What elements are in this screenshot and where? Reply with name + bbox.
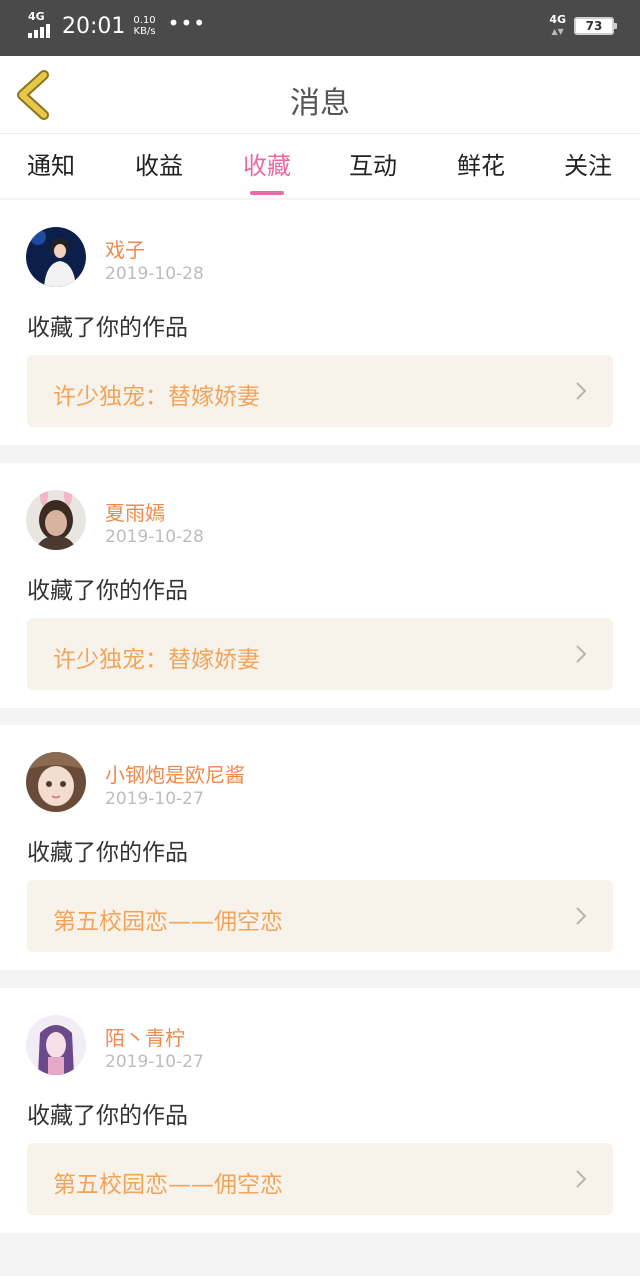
message-text: 收藏了你的作品 bbox=[27, 840, 188, 866]
message-date: 2019-10-27 bbox=[105, 789, 204, 809]
tab-earnings[interactable]: 收益 bbox=[119, 146, 199, 181]
tab-following[interactable]: 关注 bbox=[548, 146, 628, 181]
message-card: 夏雨嫣 2019-10-28 收藏了你的作品 许少独宠：替嫁娇妻 bbox=[0, 463, 640, 708]
tab-notifications[interactable]: 通知 bbox=[11, 146, 91, 181]
work-link[interactable]: 许少独宠：替嫁娇妻 bbox=[27, 355, 613, 427]
user-name[interactable]: 戏子 bbox=[105, 234, 145, 263]
battery-level: 73 bbox=[585, 19, 603, 33]
network-type: 4G bbox=[28, 10, 45, 23]
app-header: 消息 bbox=[0, 56, 640, 134]
battery-icon: 73 bbox=[574, 17, 617, 35]
clock: 20:01 bbox=[62, 13, 126, 39]
message-text: 收藏了你的作品 bbox=[27, 1103, 188, 1129]
chevron-right-icon bbox=[576, 1170, 587, 1188]
active-tab-indicator bbox=[250, 191, 284, 195]
chevron-right-icon bbox=[576, 382, 587, 400]
page-title: 消息 bbox=[290, 86, 350, 121]
more-notifications-icon: ••• bbox=[167, 11, 207, 35]
avatar[interactable] bbox=[26, 1015, 86, 1075]
tab-flowers[interactable]: 鲜花 bbox=[441, 146, 521, 181]
message-card: 陌丶青柠 2019-10-27 收藏了你的作品 第五校园恋——佣空恋 bbox=[0, 988, 640, 1233]
avatar[interactable] bbox=[26, 490, 86, 550]
chevron-right-icon bbox=[576, 645, 587, 663]
message-date: 2019-10-28 bbox=[105, 264, 204, 284]
work-link[interactable]: 第五校园恋——佣空恋 bbox=[27, 880, 613, 952]
chevron-right-icon bbox=[576, 907, 587, 925]
user-name[interactable]: 小钢炮是欧尼酱 bbox=[105, 759, 245, 788]
message-date: 2019-10-28 bbox=[105, 527, 204, 547]
status-right: 4G ▲▼ 73 bbox=[549, 13, 617, 38]
network-type-right: 4G ▲▼ bbox=[549, 13, 566, 37]
message-text: 收藏了你的作品 bbox=[27, 315, 188, 341]
status-left: 4G 20:01 0.10 KB/s ••• bbox=[28, 10, 207, 40]
user-name[interactable]: 陌丶青柠 bbox=[105, 1022, 185, 1051]
avatar[interactable] bbox=[26, 752, 86, 812]
work-link[interactable]: 许少独宠：替嫁娇妻 bbox=[27, 618, 613, 690]
work-title: 许少独宠：替嫁娇妻 bbox=[53, 647, 260, 673]
work-link[interactable]: 第五校园恋——佣空恋 bbox=[27, 1143, 613, 1215]
work-title: 第五校园恋——佣空恋 bbox=[53, 909, 283, 935]
tab-bar: 通知 收益 收藏 互动 鲜花 关注 bbox=[0, 134, 640, 198]
message-text: 收藏了你的作品 bbox=[27, 578, 188, 604]
work-title: 许少独宠：替嫁娇妻 bbox=[53, 384, 260, 410]
signal-icon: 4G bbox=[28, 10, 56, 40]
status-bar: 4G 20:01 0.10 KB/s ••• 4G ▲▼ 73 bbox=[0, 0, 640, 56]
network-speed: 0.10 KB/s bbox=[133, 15, 156, 37]
work-title: 第五校园恋——佣空恋 bbox=[53, 1172, 283, 1198]
user-name[interactable]: 夏雨嫣 bbox=[105, 497, 165, 526]
message-date: 2019-10-27 bbox=[105, 1052, 204, 1072]
tab-interactions[interactable]: 互动 bbox=[333, 146, 413, 181]
message-card: 小钢炮是欧尼酱 2019-10-27 收藏了你的作品 第五校园恋——佣空恋 bbox=[0, 725, 640, 970]
tab-favorites[interactable]: 收藏 bbox=[227, 146, 307, 195]
avatar[interactable] bbox=[26, 227, 86, 287]
message-card: 戏子 2019-10-28 收藏了你的作品 许少独宠：替嫁娇妻 bbox=[0, 200, 640, 445]
